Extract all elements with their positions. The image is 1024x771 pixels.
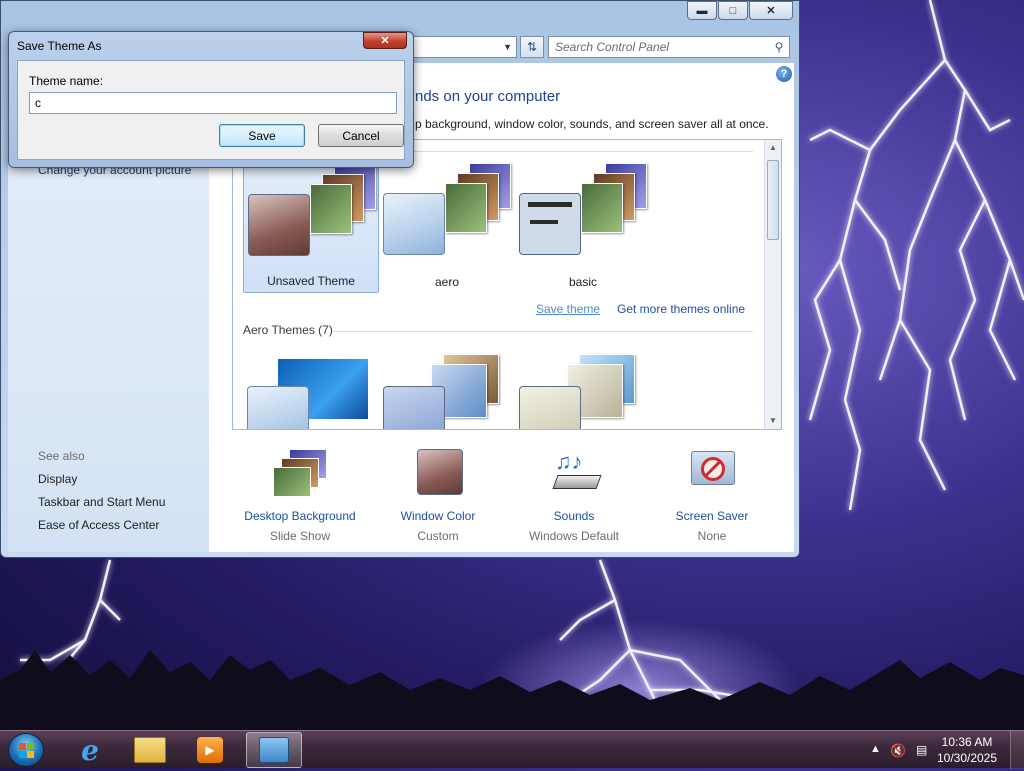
tile-title[interactable]: Desktop Background	[235, 509, 365, 523]
theme-characters[interactable]	[515, 350, 651, 429]
scroll-up-icon[interactable]: ▲	[765, 140, 781, 156]
window-color-swatch	[383, 386, 445, 429]
see-also-display-link[interactable]: Display	[38, 472, 77, 486]
screen-saver-icon	[687, 449, 739, 497]
system-tray: ▲ 🔇 ▤ 10:36 AM 10/30/2025	[860, 731, 1024, 769]
tile-subtitle: Windows Default	[528, 529, 620, 543]
themes-list[interactable]: Unsaved Theme aero basic Save theme Get …	[232, 139, 782, 430]
desktop-background-tile[interactable]: Desktop Background Slide Show	[235, 449, 365, 549]
address-row: ▼ ⇅ Search Control Panel ⚲	[413, 36, 791, 58]
search-placeholder: Search Control Panel	[555, 40, 670, 54]
media-player-icon: ▶	[197, 737, 223, 763]
theme-aero[interactable]: aero	[379, 157, 515, 293]
clock-date: 10/30/2025	[936, 751, 998, 765]
sounds-icon: ♫♪	[549, 449, 602, 497]
close-button[interactable]: ✕	[749, 1, 793, 20]
window-caption-buttons: ▬ □ ✕	[686, 1, 793, 20]
control-panel-icon	[259, 737, 289, 763]
internet-explorer-icon: e	[81, 733, 99, 767]
windows-logo-icon	[19, 743, 34, 758]
see-also-ease-of-access-link[interactable]: Ease of Access Center	[38, 518, 159, 532]
aero-themes-section-title: Aero Themes (7)	[243, 323, 333, 337]
tile-subtitle: Slide Show	[269, 529, 331, 543]
close-icon: ✕	[380, 35, 390, 47]
volume-muted-icon[interactable]: 🔇	[890, 743, 906, 759]
window-color-swatch	[519, 193, 581, 255]
taskbar-internet-explorer[interactable]: e	[62, 732, 118, 768]
taskbar-media-player[interactable]: ▶	[182, 732, 238, 768]
chevron-down-icon: ▼	[503, 42, 512, 52]
theme-name-label: Theme name:	[29, 74, 104, 88]
window-color-icon	[413, 449, 465, 497]
theme-label: Unsaved Theme	[267, 274, 355, 288]
save-theme-dialog: Save Theme As ✕ Theme name: Save Cancel	[8, 31, 414, 168]
page-heading: nds on your computer	[415, 88, 561, 105]
window-color-tile[interactable]: Window Color Custom	[373, 449, 503, 549]
themes-scrollbar[interactable]: ▲ ▼	[764, 140, 781, 429]
tile-subtitle: Custom	[417, 529, 459, 543]
tile-title[interactable]: Window Color	[373, 509, 503, 523]
window-color-swatch	[248, 194, 310, 256]
theme-label: aero	[434, 275, 460, 289]
search-icon[interactable]: ⚲	[769, 40, 789, 54]
folder-icon	[134, 737, 166, 763]
scroll-down-icon[interactable]: ▼	[765, 413, 781, 429]
theme-label: basic	[568, 275, 597, 289]
sounds-tile[interactable]: ♫♪ Sounds Windows Default	[509, 449, 639, 549]
get-more-themes-link[interactable]: Get more themes online	[617, 302, 745, 316]
desktop-background-icon	[273, 449, 327, 497]
tile-title[interactable]: Sounds	[509, 509, 639, 523]
theme-unsaved[interactable]: Unsaved Theme	[243, 157, 379, 293]
help-icon[interactable]: ?	[776, 66, 792, 82]
taskbar-file-explorer[interactable]	[122, 732, 178, 768]
tile-subtitle: None	[697, 529, 727, 543]
see-also-title: See also	[38, 449, 85, 463]
window-color-swatch	[519, 386, 581, 429]
window-color-swatch	[383, 193, 445, 255]
theme-name-input[interactable]	[29, 92, 397, 114]
see-also-taskbar-link[interactable]: Taskbar and Start Menu	[38, 495, 165, 509]
screen-saver-tile[interactable]: Screen Saver None	[647, 449, 777, 549]
tile-title[interactable]: Screen Saver	[647, 509, 777, 523]
theme-architecture[interactable]	[379, 350, 515, 429]
maximize-button[interactable]: □	[718, 1, 748, 20]
dialog-title: Save Theme As	[17, 39, 102, 53]
refresh-icon: ⇅	[526, 40, 538, 54]
cancel-button[interactable]: Cancel	[318, 124, 404, 147]
clock[interactable]: 10:36 AM 10/30/2025	[932, 734, 1002, 766]
taskbar: e ▶ ▲ 🔇 ▤ 10:36 AM 10/30/2025	[0, 730, 1024, 769]
network-icon[interactable]: ▤	[916, 743, 927, 757]
save-button[interactable]: Save	[219, 124, 305, 147]
start-button[interactable]	[8, 733, 44, 767]
dialog-body: Theme name: Save Cancel	[17, 60, 405, 160]
show-hidden-icons[interactable]: ▲	[870, 743, 881, 755]
page-subtext: p background, window color, sounds, and …	[415, 117, 769, 131]
theme-basic[interactable]: basic	[515, 157, 651, 293]
save-theme-link[interactable]: Save theme	[536, 302, 600, 316]
address-bar-dropdown[interactable]: ▼	[413, 36, 517, 58]
section-divider	[333, 331, 753, 332]
scroll-thumb[interactable]	[767, 160, 779, 240]
dialog-close-button[interactable]: ✕	[363, 32, 407, 49]
taskbar-control-panel[interactable]	[246, 732, 302, 768]
theme-windows-7[interactable]	[243, 350, 379, 429]
search-input[interactable]: Search Control Panel ⚲	[548, 36, 790, 58]
minimize-button[interactable]: ▬	[687, 1, 717, 20]
clock-time: 10:36 AM	[941, 735, 993, 749]
show-desktop-button[interactable]	[1010, 731, 1024, 769]
refresh-button[interactable]: ⇅	[520, 36, 544, 58]
window-color-swatch	[247, 386, 309, 429]
